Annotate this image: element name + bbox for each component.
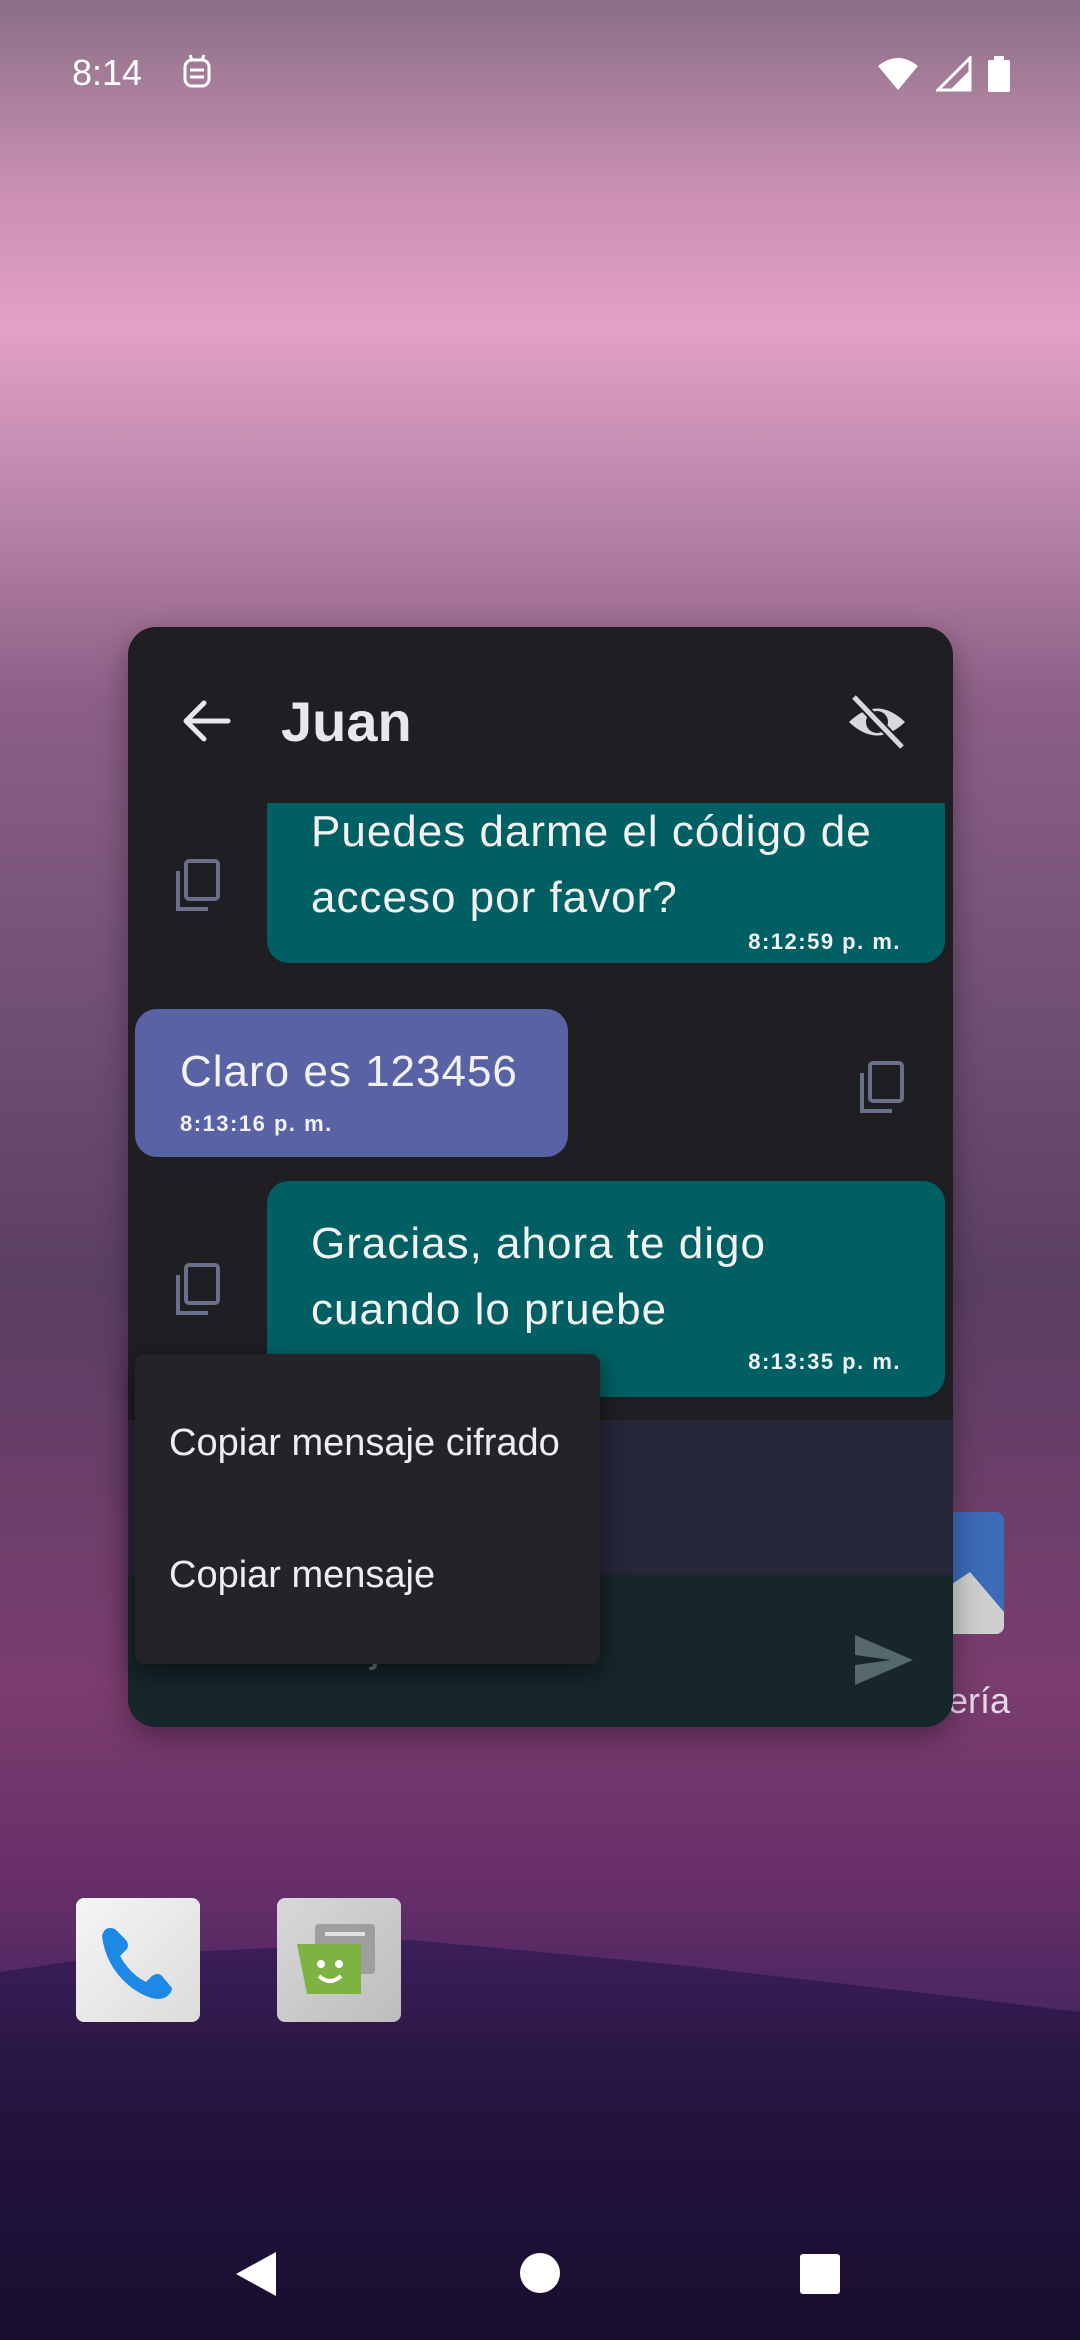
developer-mode-icon	[183, 54, 211, 88]
chat-app-bar: Juan	[128, 627, 953, 807]
battery-icon	[988, 56, 1010, 92]
phone-handset-icon	[102, 1928, 172, 1999]
context-menu: Copiar mensaje cifrado Copiar mensaje	[135, 1354, 600, 1664]
message-timestamp: 8:13:16 p. m.	[180, 1111, 333, 1136]
message-text: Puedes darme el código de acceso por fav…	[311, 807, 872, 922]
visibility-off-icon[interactable]	[846, 691, 908, 753]
contact-name: Juan	[281, 690, 412, 753]
back-arrow-icon[interactable]	[178, 693, 234, 749]
messaging-icon	[297, 1924, 375, 1994]
message-text: Gracias, ahora te digo cuando lo pruebe	[311, 1219, 766, 1334]
copy-icon[interactable]	[854, 1057, 914, 1117]
nav-recents-icon[interactable]	[800, 2254, 840, 2294]
message-timestamp: 8:13:35 p. m.	[748, 1349, 901, 1374]
cell-signal-icon	[936, 56, 972, 92]
copy-icon[interactable]	[170, 855, 230, 915]
phone-app-icon[interactable]	[76, 1898, 200, 2022]
messaging-app-icon[interactable]	[277, 1898, 401, 2022]
nav-home-icon[interactable]	[519, 2252, 561, 2294]
message-bubble-incoming[interactable]: Claro es 123456 8:13:16 p. m.	[135, 1009, 568, 1157]
menu-item-copy-encrypted[interactable]: Copiar mensaje cifrado	[169, 1422, 560, 1465]
status-time: 8:14	[72, 52, 143, 93]
message-bubble-outgoing[interactable]: Puedes darme el código de acceso por fav…	[267, 803, 945, 963]
nav-back-icon[interactable]	[232, 2248, 280, 2300]
message-timestamp: 8:12:59 p. m.	[748, 929, 901, 954]
menu-item-copy-message[interactable]: Copiar mensaje	[169, 1554, 435, 1597]
copy-icon[interactable]	[170, 1259, 230, 1319]
wifi-icon	[878, 58, 918, 90]
message-text: Claro es 123456	[180, 1047, 518, 1096]
status-bar: 8:14	[0, 0, 1080, 150]
gallery-app-label: ería	[948, 1680, 1011, 1721]
send-icon[interactable]	[851, 1627, 917, 1693]
